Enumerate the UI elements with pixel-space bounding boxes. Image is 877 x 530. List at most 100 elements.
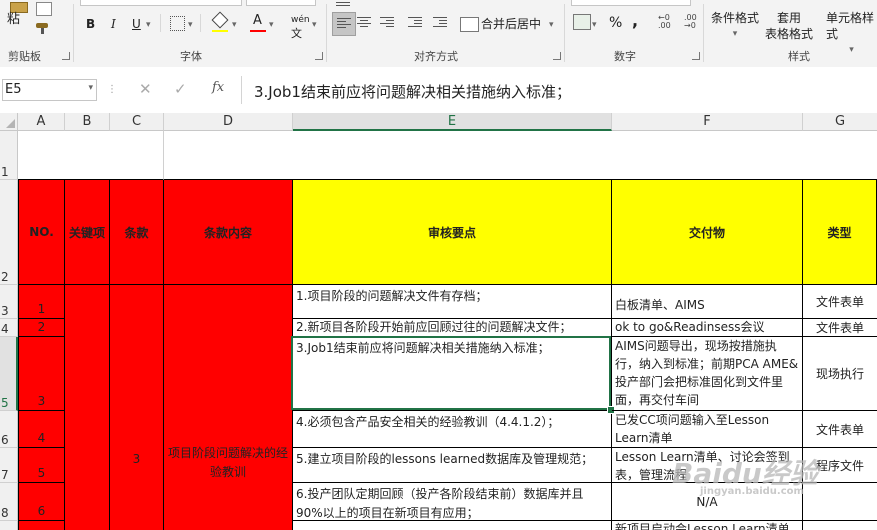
cell-type[interactable]: 文件表单 (803, 411, 877, 448)
row-header-6[interactable]: 6 (0, 411, 18, 448)
cell-audit-point[interactable]: 5.建立项目阶段的lessons learned数据库及管理规范； (293, 448, 612, 483)
cell-no[interactable]: 4 (18, 411, 65, 448)
fill-dropdown-chevron-icon[interactable]: ▾ (232, 17, 237, 33)
cancel-icon[interactable]: ✕ (139, 80, 152, 98)
row-header-1[interactable]: 1 (0, 131, 18, 180)
cell-no[interactable]: 5 (18, 448, 65, 483)
cell-type[interactable]: 现场执行 (803, 337, 877, 411)
select-all-corner[interactable] (0, 113, 18, 131)
cell-audit-point[interactable]: 2.新项目各阶段开始前应回顾过往的问题解决文件； (293, 319, 612, 337)
bold-button[interactable]: B (86, 16, 95, 32)
conditional-formatting-button[interactable]: 条件格式 ▾ (711, 10, 759, 42)
clipboard-launcher-icon[interactable] (62, 52, 70, 60)
increase-decimal-icon[interactable]: ←0.00 (658, 14, 671, 30)
column-header-b[interactable]: B (65, 113, 110, 131)
font-launcher-icon[interactable] (315, 52, 323, 60)
cell-clause-content-merged[interactable]: 项目阶段问题解决的经验教训 (164, 285, 293, 530)
header-audit-points[interactable]: 审核要点 (293, 180, 612, 285)
phonetic-guide-button[interactable]: wén 文 (291, 12, 310, 42)
row-header-7[interactable]: 7 (0, 448, 18, 483)
decrease-indent-button[interactable] (408, 17, 424, 31)
column-header-c[interactable]: C (110, 113, 164, 131)
cell-deliverable[interactable]: 白板清单、AIMS (612, 285, 803, 319)
header-clause-content[interactable]: 条款内容 (164, 180, 293, 285)
alignment-launcher-icon[interactable] (553, 52, 561, 60)
row-header-3[interactable]: 3 (0, 285, 18, 319)
cell-a1-c1[interactable] (18, 131, 164, 180)
format-painter-icon[interactable] (36, 23, 52, 35)
cell-audit-point[interactable] (293, 521, 612, 530)
format-as-table-button[interactable]: 套用 表格格式 (765, 10, 813, 42)
header-no[interactable]: NO. (18, 180, 65, 285)
font-name-box[interactable] (80, 0, 242, 6)
merge-center-button[interactable]: 合并后居中 (481, 16, 541, 32)
cell-audit-point[interactable]: 4.必须包含产品安全相关的经验教训（4.4.1.2）； (293, 411, 612, 448)
paste-button[interactable]: 粘 (4, 2, 34, 42)
align-center-button[interactable] (357, 17, 371, 31)
insert-function-button[interactable]: fx (212, 80, 224, 95)
header-deliverables[interactable]: 交付物 (612, 180, 803, 285)
cell-type[interactable]: 文件表单 (803, 285, 877, 319)
cell-key-item-merged[interactable] (65, 285, 110, 530)
header-clause[interactable]: 条款 (110, 180, 164, 285)
underline-button[interactable]: U (132, 16, 141, 32)
merge-dropdown-chevron-icon[interactable]: ▾ (549, 17, 554, 33)
font-color-button[interactable]: A (250, 13, 266, 33)
header-key-item[interactable]: 关键项 (65, 180, 110, 285)
borders-dropdown-chevron-icon[interactable]: ▾ (188, 17, 193, 33)
comma-button[interactable]: , (632, 13, 638, 29)
increase-indent-button[interactable] (433, 17, 449, 31)
decrease-decimal-icon[interactable]: .00 →0 (684, 14, 697, 30)
accounting-format-icon[interactable] (573, 14, 591, 30)
column-header-a[interactable]: A (18, 113, 65, 131)
cell-type[interactable]: 文件表单 (803, 319, 877, 337)
row-header-2[interactable]: 2 (0, 180, 18, 285)
cell-no[interactable]: 3 (18, 337, 65, 411)
cell-no[interactable]: 1 (18, 285, 65, 319)
cell-deliverable[interactable]: 已发CC项问题输入至Lesson Learn清单 (612, 411, 803, 448)
fill-color-button[interactable] (211, 11, 229, 33)
cell-deliverable[interactable]: ok to go&Readinsess会议 (612, 319, 803, 337)
align-left-icon (337, 18, 351, 30)
font-color-dropdown-chevron-icon[interactable]: ▾ (269, 17, 274, 33)
formula-input[interactable]: 3.Job1结束前应将问题解决相关措施纳入标准； (241, 76, 877, 104)
divider (160, 14, 161, 32)
header-type[interactable]: 类型 (803, 180, 877, 285)
font-size-box[interactable] (246, 0, 316, 6)
cell-audit-point[interactable]: 1.项目阶段的问题解决文件有存档； (293, 285, 612, 319)
name-box[interactable]: E5 ▾ (2, 79, 97, 101)
column-header-f[interactable]: F (612, 113, 803, 131)
cell-audit-point[interactable]: 6.投产团队定期回顾（投产各阶段结束前）数据库并且90%以上的项目在新项目有应用… (293, 483, 612, 521)
italic-button[interactable]: I (111, 16, 116, 32)
cell-d1-g1[interactable] (164, 131, 877, 180)
column-header-d[interactable]: D (164, 113, 293, 131)
cell-type[interactable] (803, 521, 877, 530)
selected-cell-outline (291, 336, 611, 410)
row-header-4[interactable]: 4 (0, 319, 18, 337)
merge-center-icon[interactable] (460, 17, 479, 32)
cell-deliverable[interactable]: 新项目启动会Lesson Learn清单回 (612, 521, 803, 530)
number-launcher-icon[interactable] (692, 52, 700, 60)
cell-clause-merged[interactable]: 3 (110, 285, 164, 530)
align-left-button[interactable] (332, 12, 356, 36)
phonetic-dropdown-chevron-icon[interactable]: ▾ (312, 17, 317, 33)
row-header-5[interactable]: 5 (0, 337, 18, 411)
cell-deliverable[interactable]: AIMS问题导出，现场按措施执行，纳入到标准；前期PCA AME&投产部门会把标… (612, 337, 803, 411)
row-header-9[interactable] (0, 521, 18, 530)
alignment-group-label: 对齐方式 (414, 50, 458, 63)
cell-no[interactable] (18, 521, 65, 530)
cell-no[interactable]: 2 (18, 319, 65, 337)
cell-no[interactable]: 6 (18, 483, 65, 521)
number-format-box[interactable] (571, 0, 691, 6)
cell-styles-button[interactable]: 单元格样式 ▾ (826, 10, 877, 58)
enter-icon[interactable]: ✓ (174, 80, 187, 98)
column-header-g[interactable]: G (803, 113, 877, 131)
row-header-8[interactable]: 8 (0, 483, 18, 521)
copy-icon[interactable] (36, 2, 52, 16)
column-header-e[interactable]: E (293, 113, 612, 131)
accounting-dropdown-chevron-icon[interactable]: ▾ (592, 17, 597, 33)
percent-button[interactable]: % (609, 15, 622, 31)
underline-dropdown-chevron-icon[interactable]: ▾ (146, 17, 151, 33)
align-right-button[interactable] (380, 17, 394, 31)
borders-icon[interactable] (170, 16, 185, 31)
